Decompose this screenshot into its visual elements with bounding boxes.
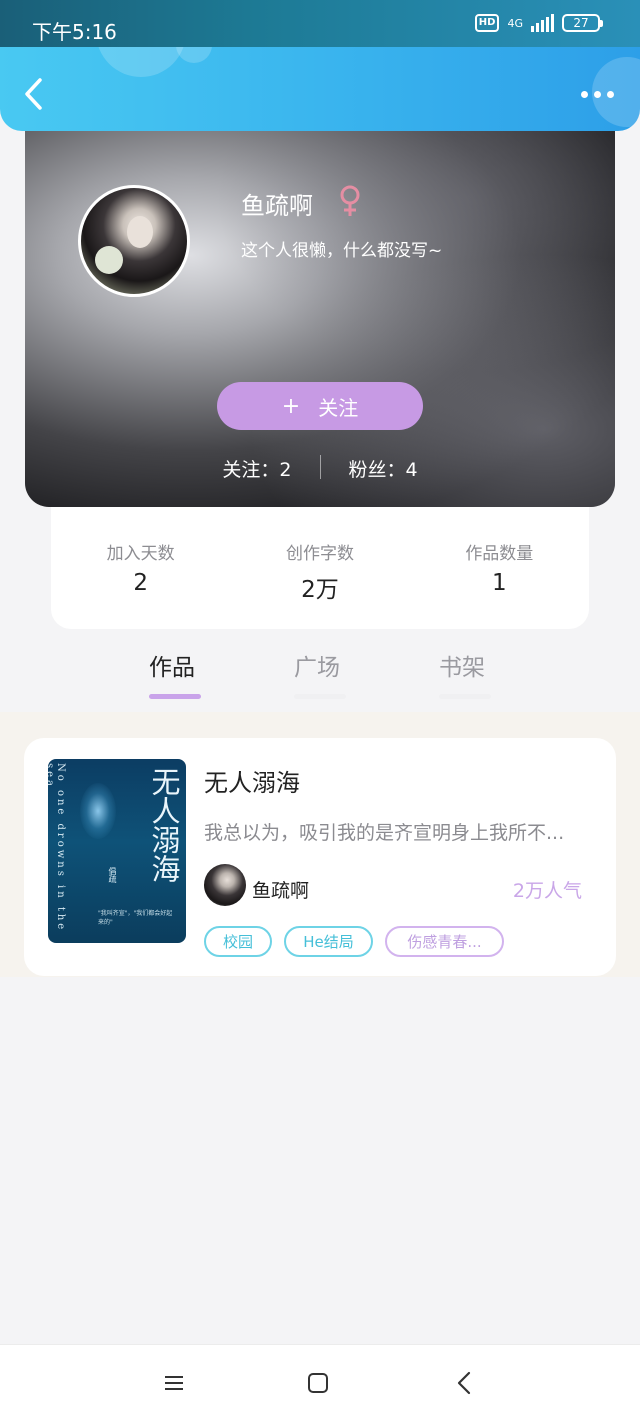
following-count[interactable]: 关注：2 bbox=[222, 455, 291, 482]
plus-icon: + bbox=[281, 393, 301, 419]
avatar[interactable] bbox=[78, 185, 190, 297]
fans-count[interactable]: 粉丝：4 bbox=[349, 455, 418, 482]
follow-button[interactable]: + 关注 bbox=[217, 382, 423, 430]
tab-square[interactable]: 广场 bbox=[294, 648, 346, 699]
female-icon bbox=[340, 185, 360, 216]
decor-bubble bbox=[96, 47, 186, 77]
tab-bookshelf[interactable]: 书架 bbox=[439, 648, 491, 699]
back-button[interactable] bbox=[20, 77, 50, 111]
decor-bubble bbox=[176, 47, 212, 63]
stat-label: 加入天数 bbox=[106, 544, 175, 564]
network-type: 4G bbox=[507, 16, 523, 30]
back-triangle-icon[interactable] bbox=[456, 1371, 472, 1395]
cover-subtitle: No one drowns in the sea bbox=[48, 763, 66, 933]
system-nav-bar bbox=[0, 1344, 640, 1422]
status-bar: 下午5:16 HD 4G 27 bbox=[0, 0, 640, 50]
divider bbox=[319, 455, 321, 479]
tab-works[interactable]: 作品 bbox=[149, 648, 201, 699]
book-cover[interactable]: No one drowns in the sea 无人溺海 倡疏 "我叫齐宣"，… bbox=[48, 759, 186, 943]
tag[interactable]: 校园 bbox=[204, 926, 272, 957]
status-icons: HD 4G 27 bbox=[474, 14, 603, 32]
stat-works-count: 作品数量 1 bbox=[410, 507, 589, 629]
more-button[interactable] bbox=[581, 91, 614, 98]
stat-join-days: 加入天数 2 bbox=[51, 507, 230, 629]
tab-bar: 作品 广场 书架 bbox=[0, 640, 640, 710]
chevron-left-icon bbox=[25, 78, 42, 110]
stat-value: 1 bbox=[492, 570, 507, 596]
book-card[interactable]: No one drowns in the sea 无人溺海 倡疏 "我叫齐宣"，… bbox=[24, 738, 616, 976]
tag[interactable]: He结局 bbox=[284, 926, 373, 957]
top-nav bbox=[0, 47, 640, 131]
follow-counts: 关注：2 粉丝：4 bbox=[25, 455, 615, 482]
tag[interactable]: 伤感青春... bbox=[385, 926, 504, 957]
hd-icon: HD bbox=[474, 14, 500, 32]
signal-icon bbox=[531, 14, 554, 32]
stats-panel: 加入天数 2 创作字数 2万 作品数量 1 bbox=[51, 507, 589, 629]
stat-label: 创作字数 bbox=[285, 544, 354, 564]
stat-value: 2万 bbox=[301, 577, 339, 603]
tab-indicator bbox=[149, 694, 201, 699]
follow-label: 关注 bbox=[318, 395, 359, 420]
username: 鱼疏啊 bbox=[241, 192, 313, 220]
popularity: 2万人气 bbox=[512, 880, 582, 902]
home-square-icon[interactable] bbox=[308, 1373, 328, 1393]
bio: 这个人很懒，什么都没写~ bbox=[241, 241, 443, 261]
author-name: 鱼疏啊 bbox=[252, 880, 310, 902]
stat-label: 作品数量 bbox=[465, 544, 534, 564]
cover-author: 倡疏 bbox=[108, 867, 117, 883]
cover-title: 无人溺海 bbox=[147, 767, 181, 883]
menu-icon[interactable] bbox=[164, 1375, 184, 1391]
cover-quote: "我叫齐宣"，"我们都会好起来的" bbox=[98, 910, 173, 926]
book-description: 我总以为，吸引我的是齐宣明身上我所不... bbox=[204, 822, 565, 844]
battery-icon: 27 bbox=[562, 14, 603, 32]
book-title[interactable]: 无人溺海 bbox=[204, 763, 300, 798]
stat-word-count: 创作字数 2万 bbox=[230, 507, 409, 629]
profile-header: 鱼疏啊 这个人很懒，什么都没写~ + 关注 关注：2 粉丝：4 bbox=[25, 120, 615, 507]
status-time: 下午5:16 bbox=[32, 20, 117, 44]
stat-value: 2 bbox=[133, 570, 148, 596]
author-avatar bbox=[204, 864, 246, 906]
more-horizontal-icon bbox=[581, 91, 588, 98]
